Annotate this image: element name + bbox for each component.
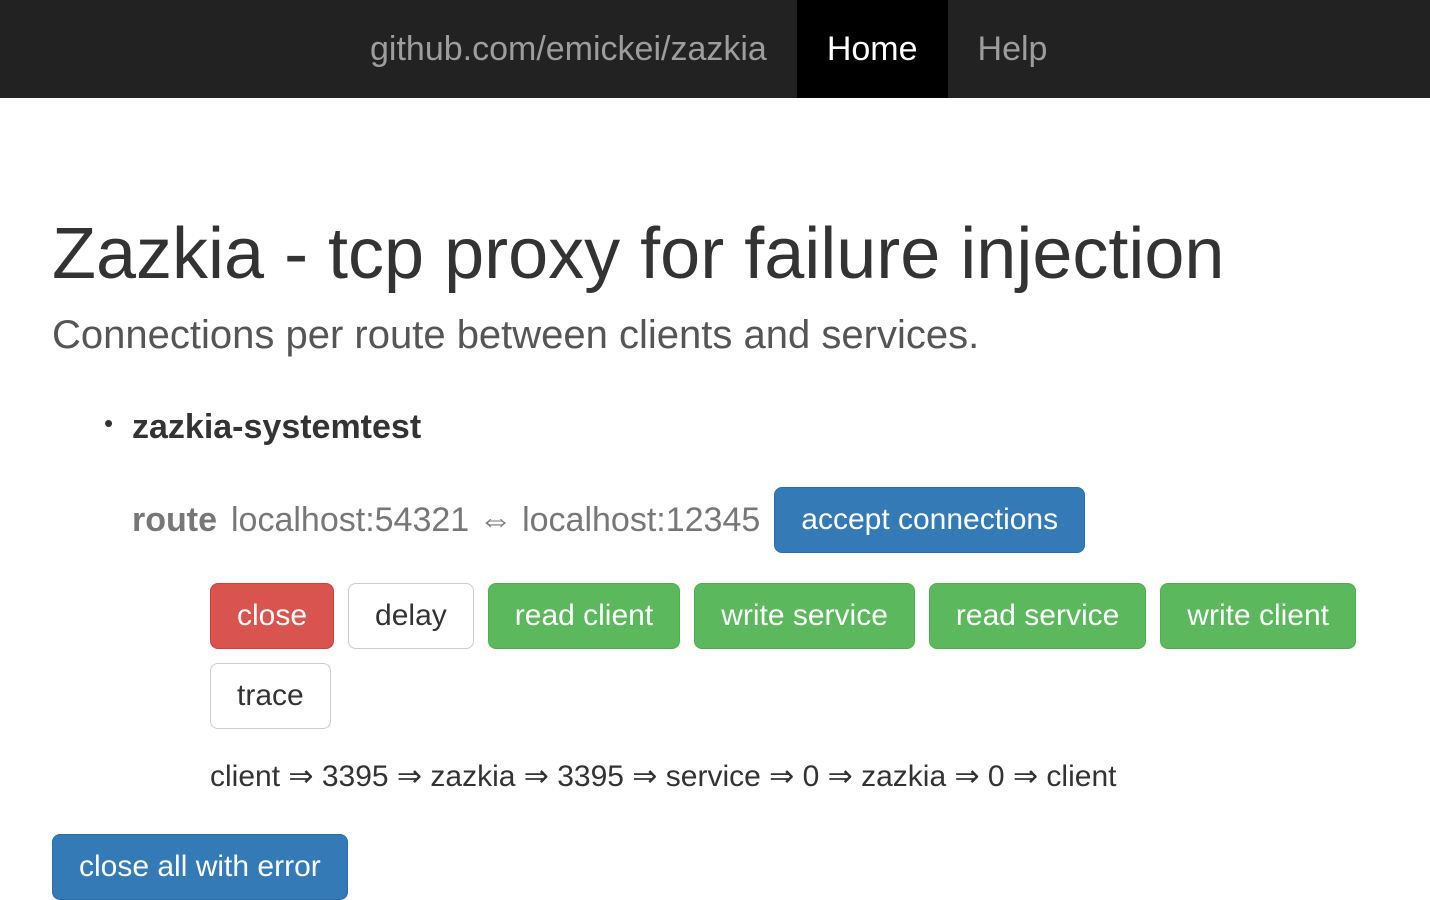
read-client-button[interactable]: read client [488,583,680,649]
write-service-button[interactable]: write service [694,583,915,649]
accept-connections-button[interactable]: accept connections [774,487,1085,553]
page-title: Zazkia - tcp proxy for failure injection [52,213,1378,295]
navbar: github.com/emickei/zazkia Home Help [0,0,1430,98]
write-client-button[interactable]: write client [1160,583,1356,649]
route-name: zazkia-systemtest [132,408,1378,447]
close-all-with-error-button[interactable]: close all with error [52,834,348,900]
navbar-brand: github.com/emickei/zazkia [340,0,797,98]
flow-text: client ⇒ 3395 ⇒ zazkia ⇒ 3395 ⇒ service … [210,759,1378,794]
nav-link-help[interactable]: Help [948,0,1078,98]
close-button[interactable]: close [210,583,334,649]
page-subtitle: Connections per route between clients an… [52,313,1378,358]
routes-list: zazkia-systemtest route localhost:54321 … [52,408,1378,794]
route-item: zazkia-systemtest route localhost:54321 … [132,408,1378,794]
delay-button[interactable]: delay [348,583,474,649]
nav-link-home[interactable]: Home [797,0,948,98]
route-info: route localhost:54321 ⇔ localhost:12345 … [132,487,1378,553]
read-service-button[interactable]: read service [929,583,1146,649]
trace-button[interactable]: trace [210,663,331,729]
route-endpoints: localhost:54321 ⇔ localhost:12345 [231,501,760,540]
route-label: route [132,501,217,540]
action-button-row: close delay read client write service re… [210,583,1378,729]
